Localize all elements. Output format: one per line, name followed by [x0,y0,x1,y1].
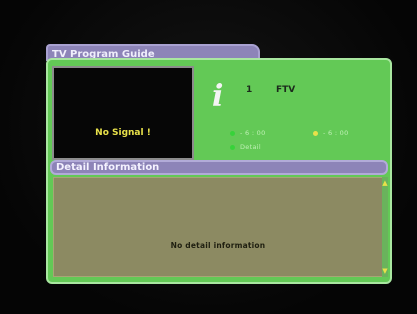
no-signal-text: No Signal ! [95,128,151,138]
channel-name: FTV [276,85,296,95]
channel-number: 1 [246,85,253,95]
scroll-up-arrow-icon[interactable]: ▲ [382,179,388,187]
blue-key-dot [230,145,235,150]
detail-text: No detail information [170,241,266,250]
scroll-down-arrow-icon[interactable]: ▼ [382,267,388,275]
green-time: - 6 : 00 [240,129,266,137]
info-icon: i [212,79,224,114]
yellow-time: - 6 : 00 [323,129,349,137]
tv-screen: TV Program Guide No Signal ! i 1 FTV - 6… [0,0,417,314]
detail-information-header: Detail Information [50,160,388,175]
detail-scrollbar[interactable]: ▲ ▼ [382,177,388,277]
detail-content: No detail information [53,177,383,277]
green-key-dot [230,131,235,136]
detail-key-label: Detail [240,143,261,151]
video-preview: No Signal ! [52,66,194,160]
yellow-key-dot [313,131,318,136]
